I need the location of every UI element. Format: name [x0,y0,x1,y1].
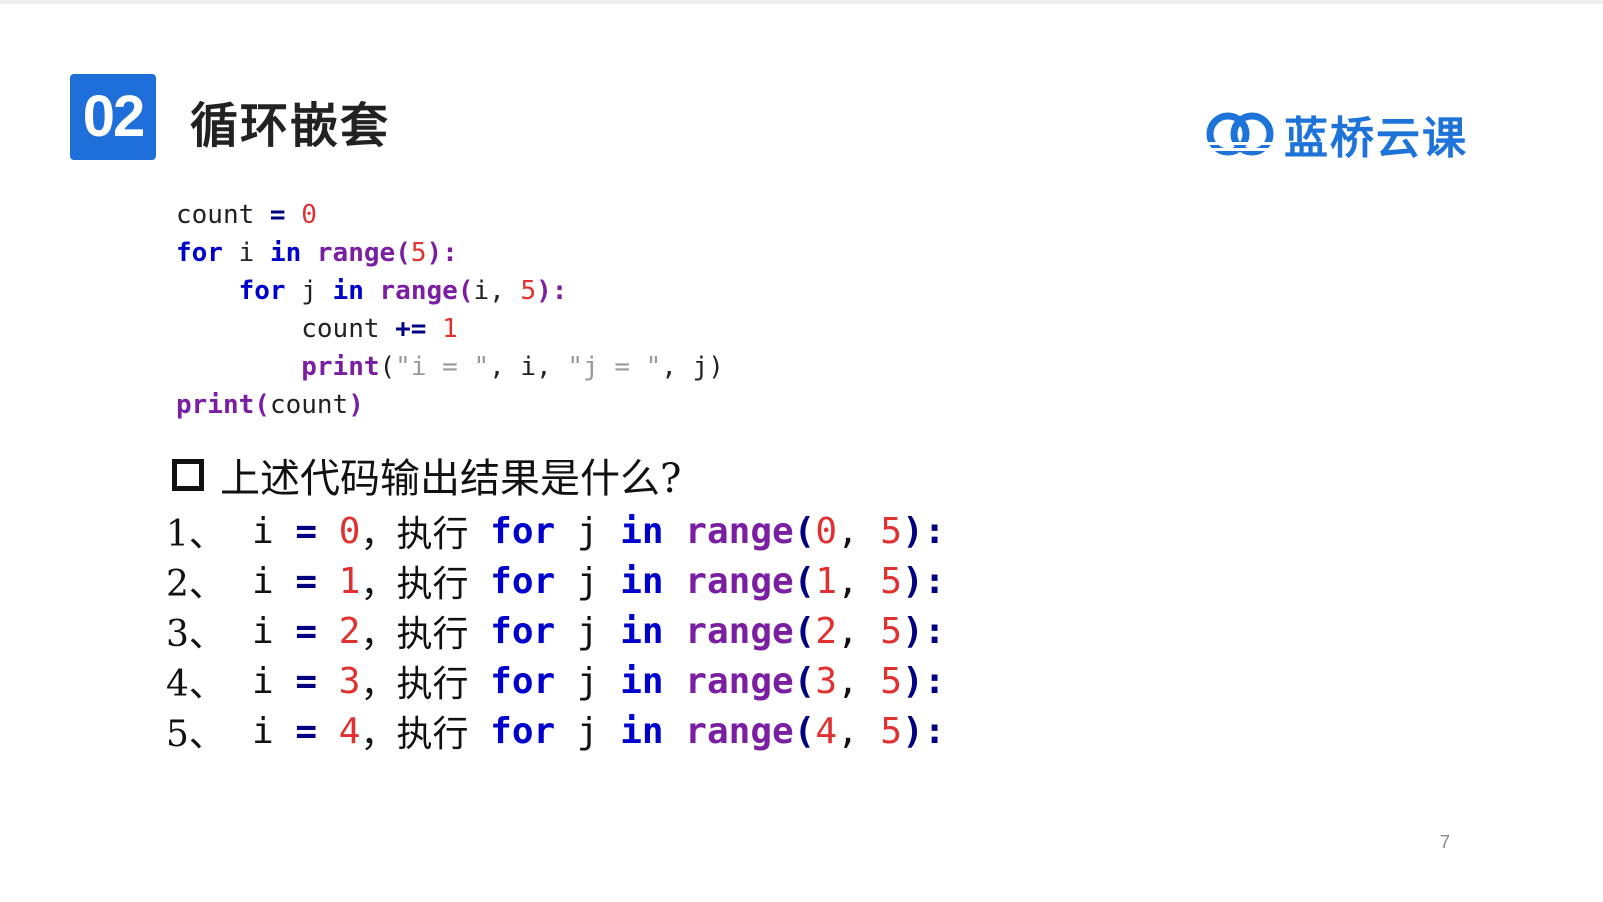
code-line: print("i = ", i, "j = ", j) [301,352,724,382]
question-text: 上述代码输出结果是什么? [220,456,682,502]
section-title: 循环嵌套 [190,98,391,154]
section-number-badge: 02 [70,74,156,160]
code-line: for j in range(i, 5): [238,276,568,306]
step-item: 2、 i = 1，执行 for j in range(1, 5): [166,560,946,606]
code-line: count += 1 [301,314,458,344]
code-line: for i in range(5): [176,238,458,268]
brand-logo: 蓝桥云课 [1206,104,1468,164]
step-item: 4、 i = 3，执行 for j in range(3, 5): [166,660,946,706]
lanqiao-logo-icon [1206,112,1276,156]
checkbox-bullet-icon [172,459,204,491]
logo-text: 蓝桥云课 [1284,113,1468,164]
code-block: count = 0 for i in range(5): for j in ran… [176,196,724,424]
step-item: 1、 i = 0，执行 for j in range(0, 5): [166,510,946,556]
top-border [0,0,1603,4]
step-list: 1、 i = 0，执行 for j in range(0, 5): 2、 i = 1… [166,506,945,756]
code-line: print(count) [176,390,364,420]
question: 上述代码输出结果是什么? [172,446,681,504]
page-number: 7 [1440,832,1451,852]
step-item: 5、 i = 4，执行 for j in range(4, 5): [166,710,946,756]
step-item: 3、 i = 2，执行 for j in range(2, 5): [166,610,946,656]
code-line: count = 0 [176,200,317,230]
